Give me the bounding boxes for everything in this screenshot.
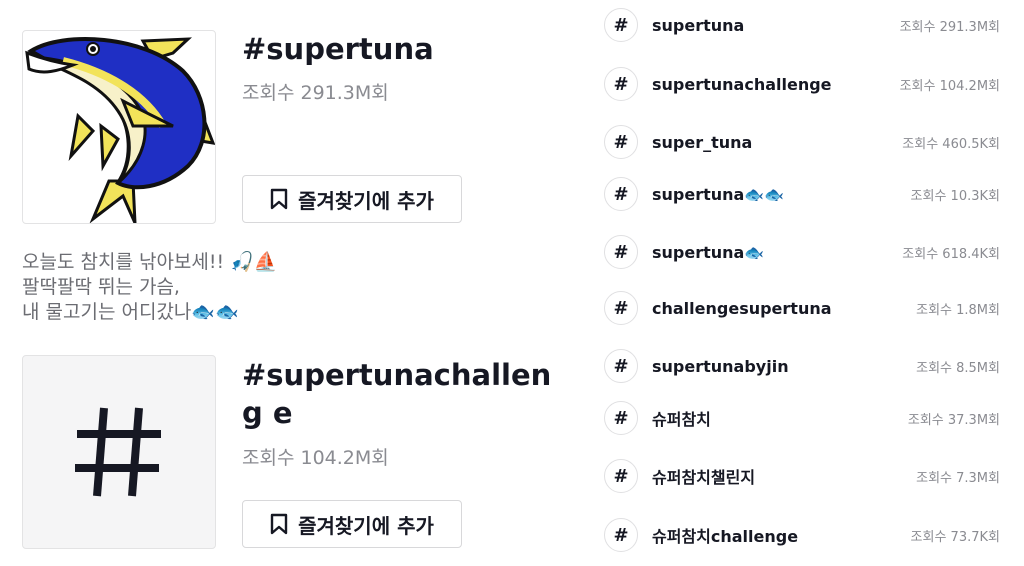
supertuna-thumbnail[interactable] (22, 30, 216, 224)
hashtag-search-results: # supertuna 조회수 291.3M회 # supertunachall… (600, 0, 1010, 566)
add-to-favorites-label: 즐겨찾기에 추가 (298, 188, 434, 213)
hashtag-icon (75, 407, 161, 497)
bookmark-icon (270, 513, 288, 535)
featured-hashtag-title[interactable]: #supertunachalleng e (242, 356, 552, 432)
hashtag-result-row[interactable]: # challengesupertuna 조회수 1.8M회 (604, 290, 1000, 326)
hashtag-views: 조회수 618.4K회 (902, 246, 1000, 262)
tuna-illustration (25, 37, 215, 223)
hashtag-name: supertunachallenge (652, 74, 832, 94)
hashtag-result-row[interactable]: # supertuna🐟 조회수 618.4K회 (604, 234, 1000, 270)
hashtag-result-row[interactable]: # 슈퍼참치챌린지 조회수 7.3M회 (604, 458, 1000, 494)
hashtag-result-row[interactable]: # 슈퍼참치challenge 조회수 73.7K회 (604, 517, 1000, 553)
hash-icon: # (604, 125, 638, 159)
featured-hashtag-views: 조회수 291.3M회 (242, 82, 389, 104)
hashtag-name: supertuna🐟🐟 (652, 184, 785, 204)
supertunachallenge-thumbnail[interactable] (22, 355, 216, 549)
hashtag-result-row[interactable]: # 슈퍼참치 조회수 37.3M회 (604, 400, 1000, 436)
hashtag-result-row[interactable]: # supertunabyjin 조회수 8.5M회 (604, 348, 1000, 384)
hashtag-name: 슈퍼참치챌린지 (652, 468, 756, 487)
hash-icon: # (604, 67, 638, 101)
featured-hashtags-panel: #supertuna 조회수 291.3M회 즐겨찾기에 추가 오늘도 참치를 … (0, 0, 590, 566)
hashtag-views: 조회수 8.5M회 (916, 360, 1000, 376)
hash-icon: # (604, 8, 638, 42)
hashtag-name: 슈퍼참치challenge (652, 527, 799, 546)
hashtag-name: supertuna (652, 15, 745, 35)
hash-icon: # (604, 235, 638, 269)
hashtag-description: 오늘도 참치를 낚아보세!! 🎣⛵ 팔딱팔딱 뛰는 가슴, 내 물고기는 어디갔… (22, 251, 278, 323)
hashtag-views: 조회수 7.3M회 (916, 470, 1000, 486)
hashtag-result-row[interactable]: # supertunachallenge 조회수 104.2M회 (604, 66, 1000, 102)
hashtag-views: 조회수 1.8M회 (916, 302, 1000, 318)
hash-icon: # (604, 177, 638, 211)
hashtag-result-row[interactable]: # supertuna🐟🐟 조회수 10.3K회 (604, 176, 1000, 212)
hashtag-views: 조회수 104.2M회 (899, 78, 1000, 94)
hashtag-name: challengesupertuna (652, 298, 832, 318)
hashtag-views: 조회수 37.3M회 (907, 412, 1000, 428)
hashtag-result-row[interactable]: # supertuna 조회수 291.3M회 (604, 7, 1000, 43)
hashtag-name: supertunabyjin (652, 356, 789, 376)
hashtag-views: 조회수 73.7K회 (910, 529, 1000, 545)
hashtag-result-row[interactable]: # super_tuna 조회수 460.5K회 (604, 124, 1000, 160)
hash-icon: # (604, 401, 638, 435)
hash-icon: # (604, 459, 638, 493)
add-to-favorites-label: 즐겨찾기에 추가 (298, 513, 434, 538)
hashtag-views: 조회수 460.5K회 (902, 136, 1000, 152)
hashtag-name: super_tuna (652, 132, 753, 152)
add-to-favorites-button[interactable]: 즐겨찾기에 추가 (242, 500, 462, 548)
featured-hashtag-views: 조회수 104.2M회 (242, 447, 389, 469)
hash-icon: # (604, 349, 638, 383)
hashtag-views: 조회수 10.3K회 (910, 188, 1000, 204)
hash-icon: # (604, 518, 638, 552)
hash-icon: # (604, 291, 638, 325)
hashtag-views: 조회수 291.3M회 (899, 19, 1000, 35)
hashtag-name: supertuna🐟 (652, 242, 765, 262)
bookmark-icon (270, 188, 288, 210)
add-to-favorites-button[interactable]: 즐겨찾기에 추가 (242, 175, 462, 223)
hashtag-name: 슈퍼참치 (652, 410, 711, 429)
featured-hashtag-title[interactable]: #supertuna (242, 30, 552, 68)
